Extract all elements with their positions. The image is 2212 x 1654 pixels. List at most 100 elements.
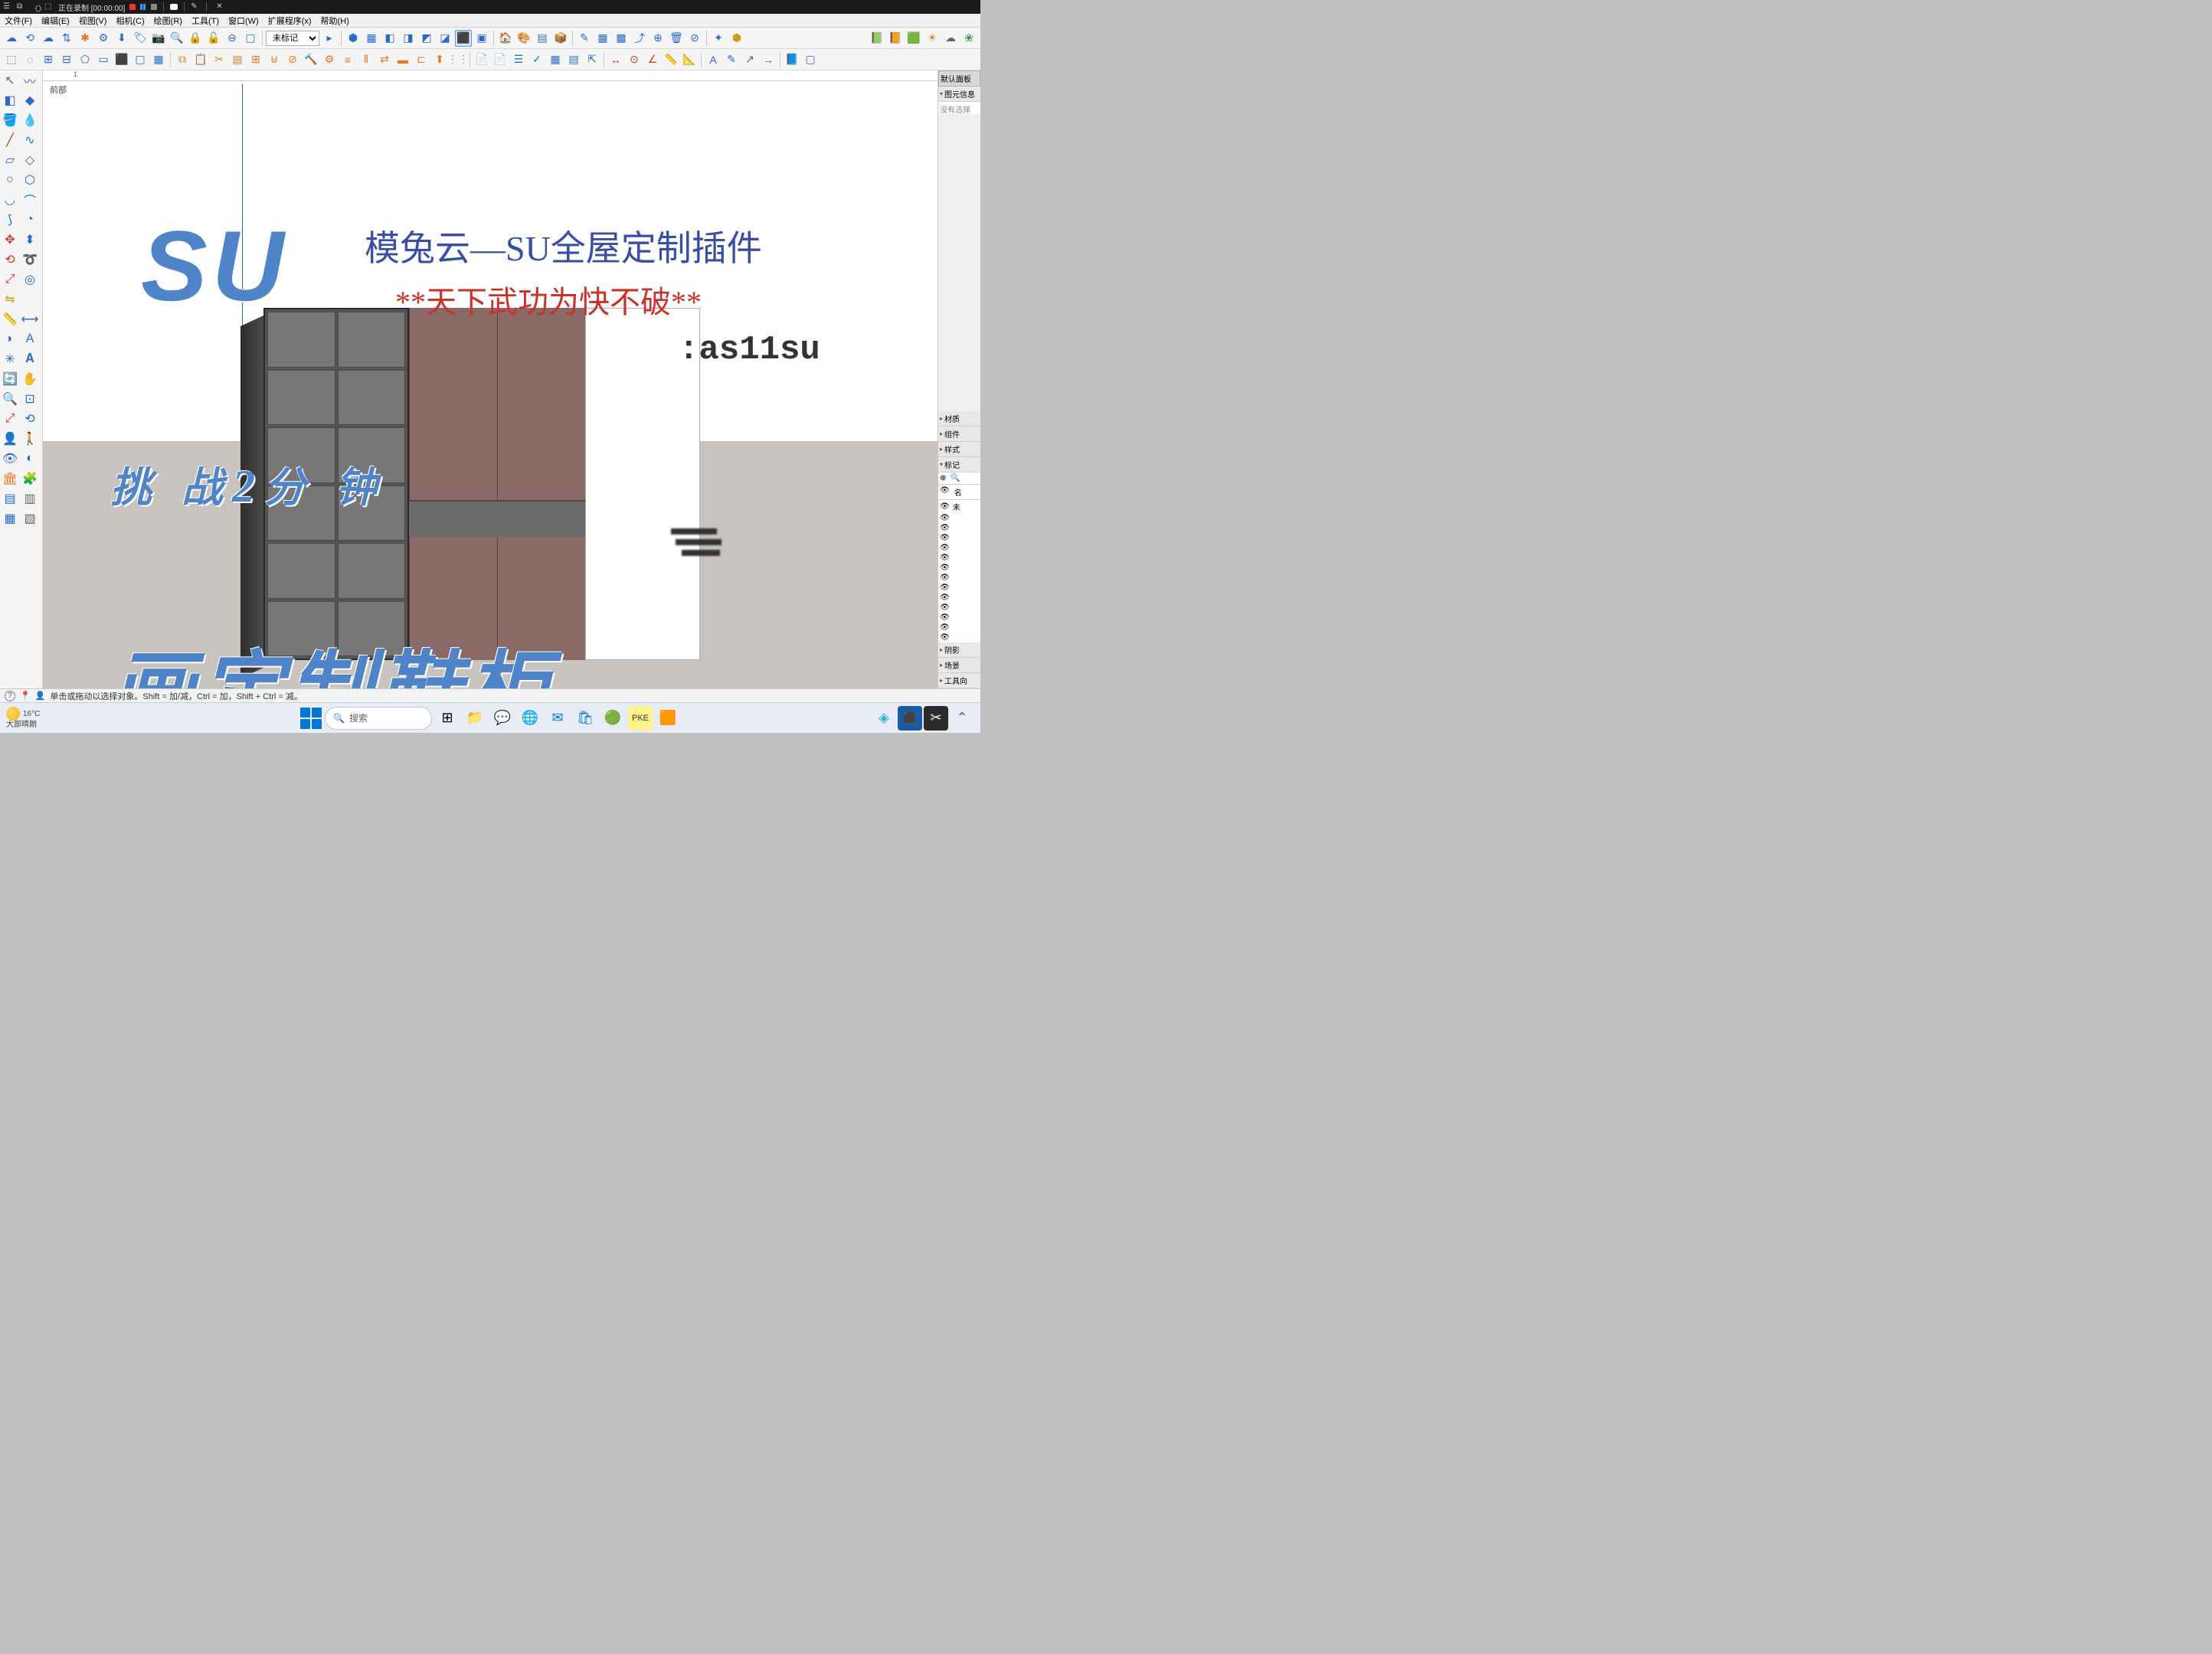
cube-wire-icon[interactable]: ▣ — [473, 30, 490, 47]
look-icon[interactable]: 👁 — [0, 449, 20, 469]
paint-bucket-icon[interactable]: 🪣 — [0, 110, 20, 130]
eye-icon[interactable]: 👁 — [940, 593, 950, 602]
tag-row[interactable]: 👁 — [938, 553, 980, 563]
layer-b-icon[interactable]: ▥ — [20, 489, 40, 508]
cube-top-icon[interactable]: ▦ — [363, 30, 380, 47]
text-icon[interactable]: A — [705, 51, 722, 68]
tag-row[interactable]: 👁 — [938, 583, 980, 593]
book-icon[interactable]: 📘 — [784, 51, 800, 68]
taskbar-search[interactable]: 🔍 搜索 — [325, 707, 432, 730]
panel-tags[interactable]: 标记 — [938, 457, 980, 472]
eye-icon[interactable]: 👁 — [940, 514, 950, 522]
circle-icon[interactable]: ○ — [0, 170, 20, 190]
menu-camera[interactable]: 相机(C) — [111, 15, 149, 27]
box-icon[interactable]: ▢ — [242, 30, 259, 47]
layer-c-icon[interactable]: ▦ — [0, 508, 20, 528]
package-icon[interactable]: 📦 — [552, 30, 569, 47]
select-lasso-icon[interactable]: ◌ — [21, 51, 38, 68]
tape-icon[interactable]: 📏 — [0, 309, 20, 329]
board-icon[interactable]: ▬ — [394, 51, 411, 68]
axes-icon[interactable]: ✳ — [0, 349, 20, 369]
dim-circle-icon[interactable]: ⊙ — [626, 51, 643, 68]
extrude-icon[interactable]: ⬆ — [431, 51, 448, 68]
cube-iso-icon[interactable]: ⬢ — [345, 30, 362, 47]
page-icon[interactable]: ▢ — [802, 51, 819, 68]
pan-icon[interactable]: ✋ — [20, 369, 40, 389]
grid-icon[interactable]: ▦ — [594, 30, 611, 47]
panel-components[interactable]: 组件 — [938, 427, 980, 442]
cloud-upload-icon[interactable]: ☁ — [3, 30, 20, 47]
select-comp-icon[interactable]: ⬛ — [113, 51, 130, 68]
tag-row[interactable]: 👁 — [938, 623, 980, 633]
close-icon[interactable]: ✕ — [216, 2, 225, 11]
doc-list-icon[interactable]: ☰ — [510, 51, 527, 68]
tag-icon[interactable]: 🏷 — [132, 30, 149, 47]
select-window-icon[interactable]: ▢ — [132, 51, 149, 68]
cube-left-icon[interactable]: ◩ — [418, 30, 435, 47]
unlock-icon[interactable]: 🔓 — [205, 30, 222, 47]
app-green-icon[interactable]: 🟢 — [600, 706, 625, 731]
mesh-icon[interactable]: ▩ — [613, 30, 630, 47]
tag-row[interactable]: 👁 — [938, 543, 980, 553]
ruler-h-icon[interactable]: 📏 — [663, 51, 679, 68]
eye-icon[interactable]: 👁 — [940, 544, 950, 552]
tag-row[interactable]: 👁 — [938, 573, 980, 583]
eye-icon[interactable]: 👁 — [940, 502, 950, 511]
minus-icon[interactable]: ⊖ — [224, 30, 241, 47]
vray-render-icon[interactable]: 🟩 — [905, 30, 922, 47]
position-camera-icon[interactable]: 👤 — [0, 429, 20, 449]
arc-icon[interactable]: ◡ — [0, 190, 20, 210]
app-dark-icon[interactable]: ✂ — [924, 706, 948, 731]
collapse-tray-icon[interactable]: ⌃ — [950, 706, 974, 731]
stack-add-icon[interactable]: ⊞ — [247, 51, 264, 68]
tag-row[interactable]: 👁 — [938, 533, 980, 543]
viewport[interactable]: 1 前部 SU 模兔云— — [43, 70, 937, 688]
offset-icon[interactable]: ◎ — [20, 270, 40, 289]
doc-check-icon[interactable]: ✓ — [528, 51, 545, 68]
badge-icon[interactable]: ⬢ — [728, 30, 745, 47]
start-button[interactable] — [300, 708, 322, 729]
flip-icon[interactable]: ⇄ — [376, 51, 393, 68]
array-icon[interactable]: ⋮⋮ — [450, 51, 466, 68]
pause-icon[interactable] — [140, 4, 146, 10]
panel-instructor[interactable]: 工具向 — [938, 673, 980, 688]
dim-angle-icon[interactable]: ∠ — [644, 51, 661, 68]
eye-icon[interactable]: 👁 — [940, 554, 950, 562]
stack-icon[interactable]: ▤ — [229, 51, 246, 68]
eye-icon[interactable]: 👁 — [940, 524, 950, 532]
brackets-icon[interactable]: 〈〉 — [31, 2, 40, 11]
gear-icon[interactable]: ⚙ — [321, 51, 338, 68]
menu-view[interactable]: 视图(V) — [74, 15, 112, 27]
protractor-icon[interactable]: ◗ — [0, 329, 20, 349]
add-tag-icon[interactable]: ⊕ — [940, 474, 946, 482]
eye-icon[interactable]: 👁 — [940, 534, 950, 542]
record-icon[interactable] — [129, 4, 136, 10]
flip-h-icon[interactable]: ⇋ — [0, 289, 20, 309]
explorer-icon[interactable]: 📁 — [463, 706, 487, 731]
palette-icon[interactable]: 🎨 — [515, 30, 532, 47]
menu-tools[interactable]: 工具(T) — [187, 15, 224, 27]
app-orange-icon[interactable]: 🟧 — [656, 706, 680, 731]
shelf-icon[interactable]: ⊏ — [413, 51, 430, 68]
arc2-icon[interactable]: ⌒ — [20, 190, 40, 210]
taskview-icon[interactable]: ⊞ — [435, 706, 460, 731]
select-add-icon[interactable]: ⊞ — [40, 51, 57, 68]
walk-icon[interactable]: 🚶 — [20, 429, 40, 449]
app-yellow-icon[interactable]: PKE — [628, 706, 653, 731]
arrow-icon[interactable]: → — [760, 51, 777, 68]
note-icon[interactable]: ✎ — [723, 51, 740, 68]
lock-icon[interactable]: 🔒 — [187, 30, 204, 47]
crop-icon[interactable]: ⬚ — [44, 2, 54, 11]
cloud-download-icon[interactable]: ☁ — [40, 30, 57, 47]
vray-gold-icon[interactable]: 📙 — [887, 30, 904, 47]
cabinet-model[interactable] — [241, 308, 700, 660]
select-sub-icon[interactable]: ⊟ — [58, 51, 75, 68]
cube-right-icon[interactable]: ◪ — [437, 30, 453, 47]
help-icon[interactable]: ? — [5, 691, 15, 701]
eraser-icon[interactable]: ◆ — [20, 90, 40, 110]
select-grid-icon[interactable]: ▦ — [150, 51, 167, 68]
warehouse-icon[interactable]: 🏛 — [0, 469, 20, 489]
tag-row[interactable]: 👁 — [938, 563, 980, 573]
lasso-icon[interactable]: 〰 — [20, 70, 40, 90]
panel-entity-info[interactable]: 图元信息 — [938, 87, 980, 102]
